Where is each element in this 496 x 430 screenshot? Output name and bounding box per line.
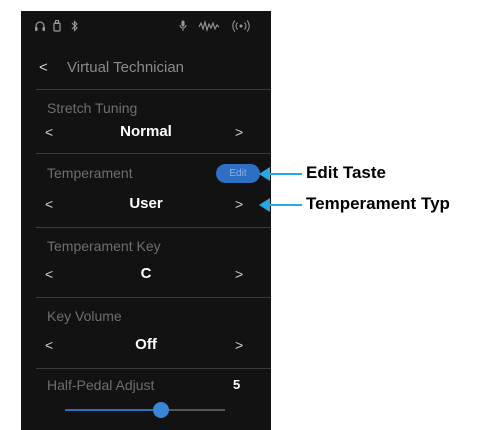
temperament-key-value: C — [140, 265, 152, 282]
divider — [36, 89, 271, 90]
temperament-key-label: Temperament Key — [47, 238, 161, 254]
microphone-icon — [179, 20, 187, 36]
half-pedal-value: 5 — [233, 377, 241, 392]
edit-callout-arrow — [259, 167, 302, 181]
waveform-icon — [198, 19, 220, 36]
bluetooth-icon — [71, 20, 79, 36]
half-pedal-slider-fill — [65, 409, 161, 411]
wireless-icon — [232, 20, 250, 36]
temperament-edit-button[interactable]: Edit — [216, 164, 260, 183]
screen-header: < Virtual Technician — [21, 51, 271, 87]
key-volume-label: Key Volume — [47, 308, 122, 324]
divider — [36, 227, 271, 228]
back-button[interactable]: < — [39, 59, 48, 76]
temperament-label: Temperament — [47, 165, 133, 181]
divider — [36, 297, 271, 298]
key-volume-value: Off — [135, 336, 157, 353]
callout-arrowhead — [259, 167, 270, 181]
stretch-tuning-label: Stretch Tuning — [47, 100, 138, 116]
divider — [36, 153, 271, 154]
temperament-next-button[interactable]: > — [235, 196, 243, 212]
piano-app-screen: < Virtual Technician Stretch Tuning < No… — [21, 11, 271, 430]
status-bar — [21, 11, 271, 41]
edit-callout-label: Edit Taste — [306, 163, 386, 182]
callout-arrowhead — [259, 198, 270, 212]
usb-icon — [52, 20, 62, 36]
divider — [36, 368, 271, 369]
type-callout-label: Temperament Typ — [306, 194, 450, 213]
key-volume-next-button[interactable]: > — [235, 337, 243, 353]
half-pedal-slider-thumb[interactable] — [153, 402, 169, 418]
type-callout-arrow — [259, 198, 302, 212]
page-title: Virtual Technician — [67, 59, 185, 76]
temperament-value: User — [129, 195, 163, 212]
temperament-key-next-button[interactable]: > — [235, 266, 243, 282]
stretch-tuning-value: Normal — [120, 123, 172, 140]
half-pedal-label: Half-Pedal Adjust — [47, 377, 155, 393]
headphones-icon — [34, 20, 46, 36]
stretch-tuning-next-button[interactable]: > — [235, 124, 243, 140]
half-pedal-slider[interactable] — [65, 402, 225, 418]
